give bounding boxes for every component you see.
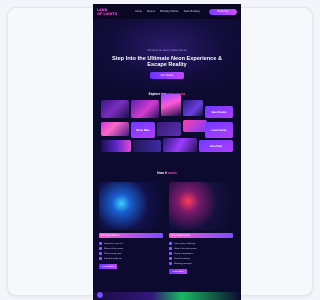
feature-column-laser: Laser Experiences Laser maze challenge G… — [169, 182, 233, 274]
list-item: Birthday packages — [169, 261, 233, 266]
top-nav: LAND OF LIGHTS Home Rooms Birthday Parti… — [93, 4, 241, 19]
hero-eyebrow: Immersive Neon Adventures — [146, 49, 188, 52]
feature-column-rooms: Immersive Rooms Interactive neon art Mir… — [99, 182, 163, 269]
gallery-image[interactable] — [133, 140, 161, 152]
hero-section: Immersive Neon Adventures Step Into the … — [93, 19, 241, 89]
list-item-text: Glow in the dark games — [174, 247, 197, 250]
site-logo[interactable]: LAND OF LIGHTS — [97, 8, 123, 16]
features-section: Immersive Rooms Interactive neon art Mir… — [99, 182, 235, 282]
feature-image — [99, 182, 163, 230]
feature-title: Immersive Rooms — [99, 233, 163, 238]
gallery-image[interactable] — [163, 138, 197, 152]
website-screenshot: LAND OF LIGHTS Home Rooms Birthday Parti… — [93, 4, 241, 300]
check-icon — [169, 242, 172, 245]
gallery-image[interactable] — [161, 94, 181, 116]
list-item-text: Mirror infinity rooms — [104, 247, 124, 250]
feature-image — [169, 182, 233, 230]
gallery-image[interactable] — [131, 100, 159, 118]
check-icon — [99, 257, 102, 260]
list-item-text: Group competitions — [174, 252, 193, 255]
list-item-text: Laser maze challenge — [174, 242, 196, 245]
hero-title: Step Into the Ultimate Neon Experience &… — [111, 56, 223, 69]
nav-link-birthday-parties[interactable]: Birthday Parties — [160, 10, 178, 13]
gallery-image[interactable] — [157, 122, 181, 136]
list-item-text: Family friendly fun — [104, 257, 122, 260]
list-item: Family friendly fun — [99, 256, 163, 261]
gallery-label-mirror-maze[interactable]: Mirror Maze — [131, 122, 155, 138]
check-icon — [99, 242, 102, 245]
feature-list: Interactive neon art Mirror infinity roo… — [99, 241, 163, 261]
nav-link-home[interactable]: Home — [135, 10, 142, 13]
gallery-image[interactable] — [101, 122, 129, 136]
book-now-button[interactable]: Book Now — [209, 8, 237, 15]
room-gallery: Neon Rooms Mirror Maze Laser Games Glow … — [101, 94, 233, 156]
gallery-label-laser-games[interactable]: Laser Games — [205, 122, 233, 138]
feature-title: Laser Experiences — [169, 233, 233, 238]
list-item-text: Interactive neon art — [104, 242, 123, 245]
nav-link-team-building[interactable]: Team Building — [183, 10, 199, 13]
gallery-image[interactable] — [101, 100, 129, 118]
gallery-label-glow-party[interactable]: Glow Party — [199, 140, 233, 152]
check-icon — [169, 247, 172, 250]
learn-more-button[interactable]: Learn More — [169, 269, 187, 274]
nav-link-rooms[interactable]: Rooms — [147, 10, 155, 13]
gallery-image[interactable] — [101, 140, 131, 152]
logo-line-2: OF LIGHTS — [97, 11, 118, 16]
check-icon — [169, 257, 172, 260]
features-heading: How it works — [93, 171, 241, 175]
get-tickets-button[interactable]: Get Tickets — [150, 72, 184, 79]
chat-icon[interactable] — [97, 292, 103, 298]
check-icon — [99, 252, 102, 255]
check-icon — [169, 262, 172, 265]
gallery-image[interactable] — [183, 100, 203, 116]
learn-more-button[interactable]: Learn More — [99, 264, 117, 269]
list-item-text: Birthday packages — [174, 262, 192, 265]
list-item-text: Private bookings — [174, 257, 191, 260]
gallery-label-neon-rooms[interactable]: Neon Rooms — [205, 106, 233, 118]
nav-links: Home Rooms Birthday Parties Team Buildin… — [135, 10, 200, 13]
list-item-text: Photo-ready spots — [104, 252, 122, 255]
check-icon — [99, 247, 102, 250]
features-heading-accent: works — [167, 171, 177, 175]
feature-list: Laser maze challenge Glow in the dark ga… — [169, 241, 233, 266]
gallery-image[interactable] — [183, 120, 207, 132]
footer-strip — [93, 292, 241, 300]
check-icon — [169, 252, 172, 255]
features-heading-main: How it — [157, 171, 167, 175]
